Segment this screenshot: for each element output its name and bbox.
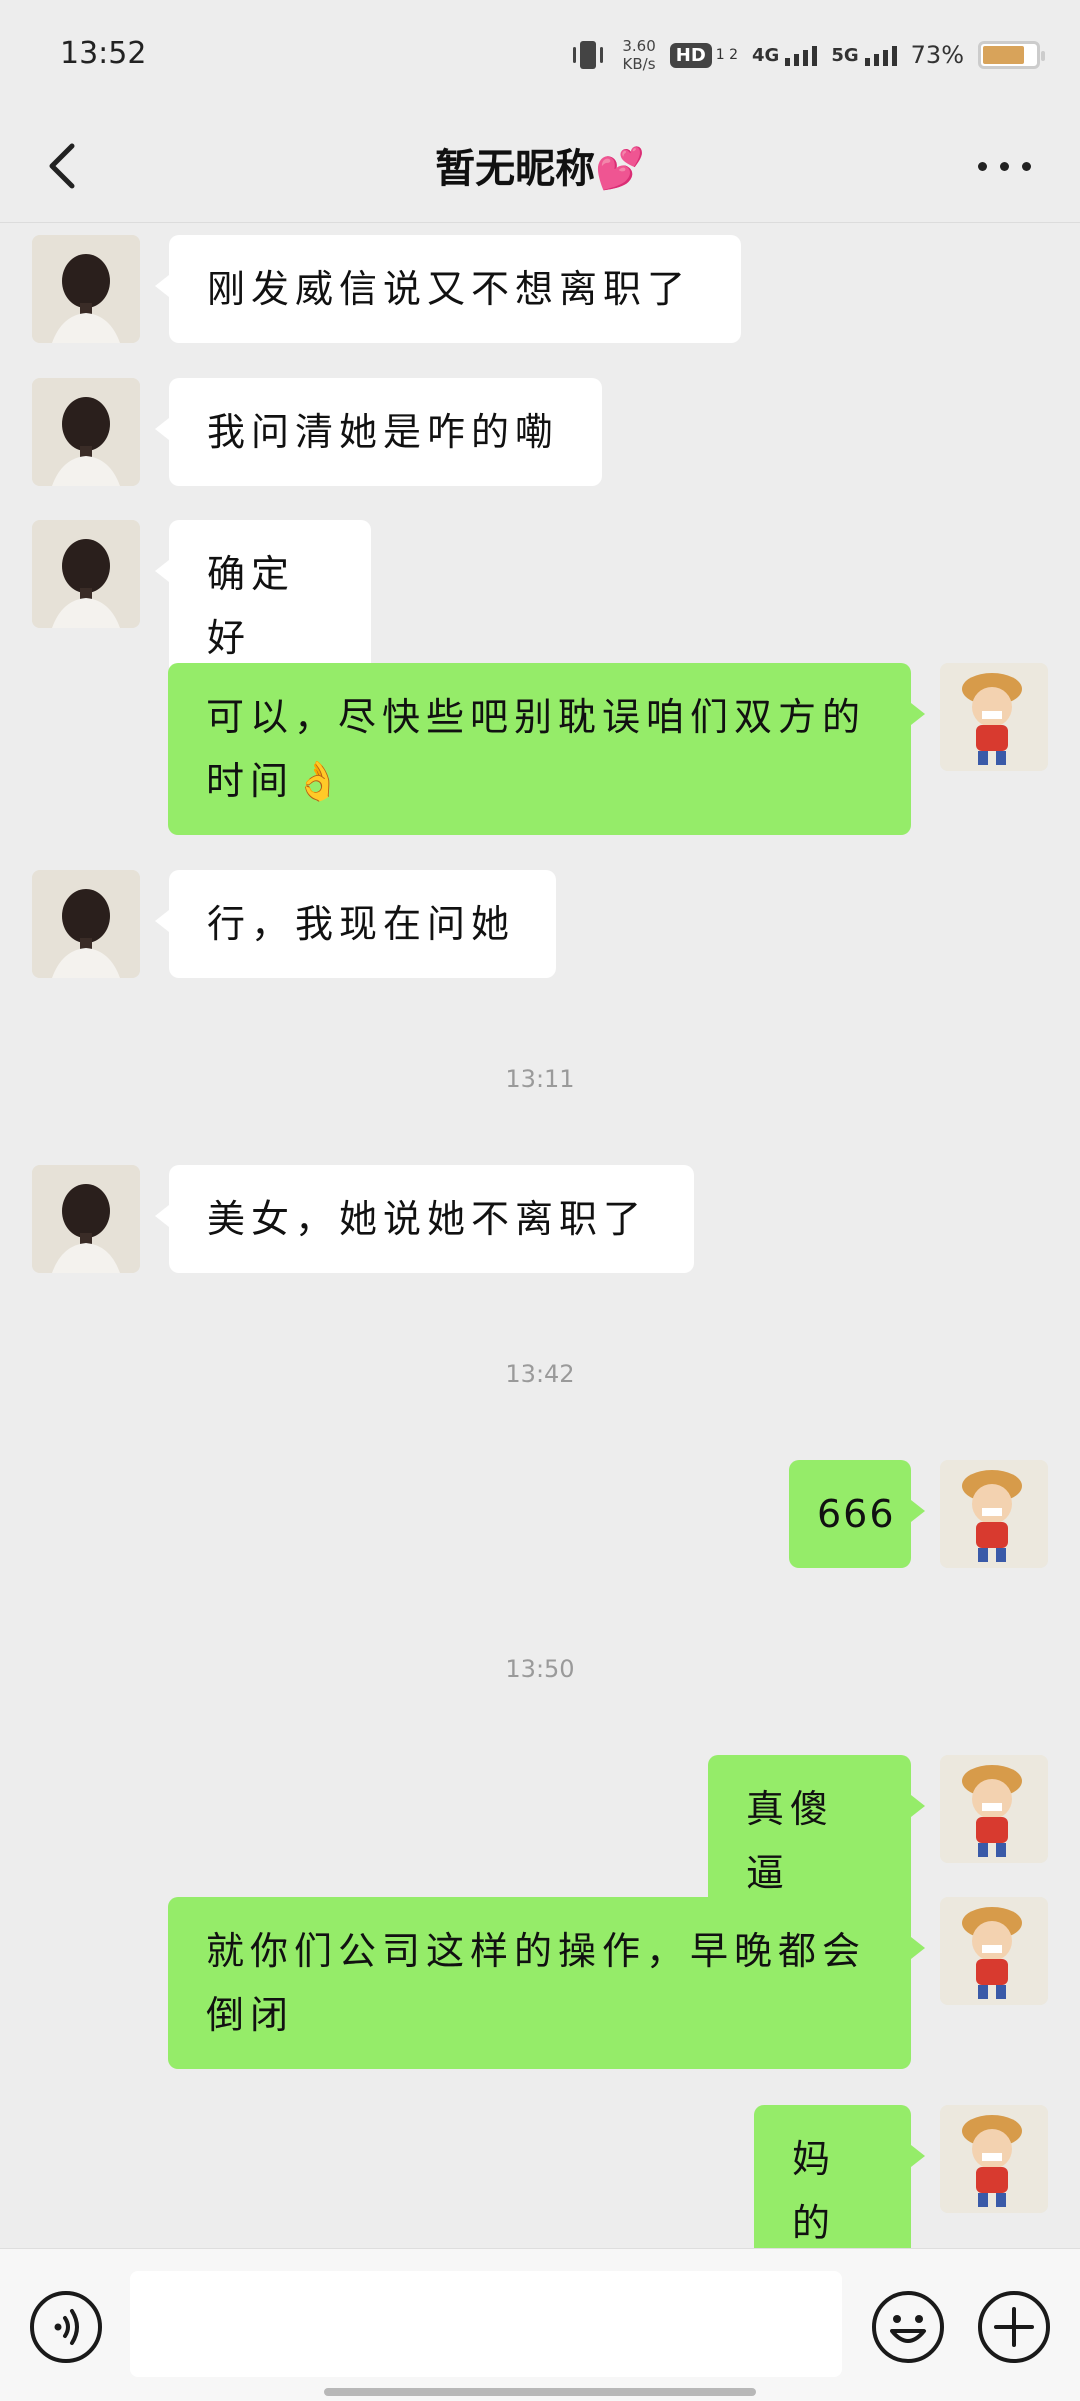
message-bubble[interactable]: 就你们公司这样的操作，早晚都会倒闭: [168, 1897, 925, 2069]
message-bubble[interactable]: 妈的: [754, 2105, 925, 2248]
message-row: 美女，她说她不离职了: [0, 1165, 1080, 1275]
more-button[interactable]: [970, 146, 1040, 186]
message-bubble[interactable]: 刚发威信说又不想离职了: [155, 235, 741, 343]
message-row: 妈的: [0, 2105, 1080, 2248]
user-avatar[interactable]: [940, 1897, 1048, 2005]
page-title[interactable]: 暂无昵称💕: [0, 136, 1080, 194]
message-bubble[interactable]: 可以，尽快些吧别耽误咱们双方的时间👌: [168, 663, 925, 835]
message-list[interactable]: 刚发威信说又不想离职了 我问清她是咋的嘞 确定好 可以，尽快些吧别耽误咱们双方的…: [0, 223, 1080, 2248]
signal-4g: 4G: [752, 44, 818, 66]
avatar-image: [940, 2105, 1048, 2213]
contact-avatar[interactable]: [32, 235, 140, 343]
message-bubble[interactable]: 行，我现在问她: [155, 870, 556, 978]
message-bubble[interactable]: 我问清她是咋的嘞: [155, 378, 602, 486]
vibrate-icon: [573, 41, 604, 69]
plus-icon: [978, 2291, 1050, 2363]
avatar-image: [32, 378, 140, 486]
avatar-image: [940, 1897, 1048, 2005]
avatar-image: [940, 663, 1048, 771]
contact-name: 暂无昵称: [435, 146, 596, 192]
avatar-image: [940, 1460, 1048, 1568]
voice-button[interactable]: [28, 2289, 104, 2365]
signal-4g-label: 4G: [752, 44, 780, 66]
timestamp: 13:11: [505, 1065, 575, 1093]
message-bubble[interactable]: 美女，她说她不离职了: [155, 1165, 694, 1273]
heart-emoji: 💕: [595, 146, 645, 192]
message-row: 行，我现在问她: [0, 870, 1080, 980]
network-speed-value: 3.60: [622, 37, 656, 55]
input-bar: [0, 2248, 1080, 2401]
user-avatar[interactable]: [940, 1755, 1048, 1863]
contact-avatar[interactable]: [32, 1165, 140, 1273]
timestamp: 13:42: [505, 1360, 575, 1388]
status-time: 13:52: [60, 36, 147, 71]
message-row: 真傻逼: [0, 1755, 1080, 1927]
status-bar: 13:52 3.60 KB/s HD 1 2 4G 5G 73%: [0, 0, 1080, 110]
message-row: 我问清她是咋的嘞: [0, 378, 1080, 488]
battery-percent: 73%: [910, 41, 964, 69]
plus-button[interactable]: [976, 2289, 1052, 2365]
voice-icon: [30, 2291, 102, 2363]
avatar-image: [32, 235, 140, 343]
avatar-image: [32, 1165, 140, 1273]
signal-5g: 5G: [831, 44, 897, 66]
contact-avatar[interactable]: [32, 520, 140, 628]
message-row: 刚发威信说又不想离职了: [0, 235, 1080, 345]
status-icons: 3.60 KB/s HD 1 2 4G 5G 73%: [568, 30, 1045, 80]
contact-avatar[interactable]: [32, 870, 140, 978]
avatar-image: [32, 520, 140, 628]
message-row: 确定好: [0, 520, 1080, 692]
network-speed-unit: KB/s: [622, 55, 656, 73]
message-row: 666: [0, 1460, 1080, 1570]
message-input[interactable]: [130, 2271, 842, 2377]
network-speed: 3.60 KB/s: [622, 37, 655, 73]
home-indicator[interactable]: [324, 2388, 756, 2396]
user-avatar[interactable]: [940, 2105, 1048, 2213]
battery-fill: [983, 46, 1024, 64]
timestamp: 13:50: [505, 1655, 575, 1683]
message-row: 就你们公司这样的操作，早晚都会倒闭: [0, 1897, 1080, 2073]
hd-badge: HD: [669, 42, 712, 68]
message-bubble[interactable]: 666: [789, 1460, 925, 1568]
avatar-image: [32, 870, 140, 978]
user-avatar[interactable]: [940, 663, 1048, 771]
hd-sub-label: 1 2: [715, 47, 739, 63]
contact-avatar[interactable]: [32, 378, 140, 486]
emoji-icon: [872, 2291, 944, 2363]
signal-5g-label: 5G: [831, 44, 859, 66]
battery-icon: [978, 41, 1045, 69]
chat-header: 暂无昵称💕: [0, 110, 1080, 223]
emoji-button[interactable]: [870, 2289, 946, 2365]
avatar-image: [940, 1755, 1048, 1863]
user-avatar[interactable]: [940, 1460, 1048, 1568]
message-row: 可以，尽快些吧别耽误咱们双方的时间👌: [0, 663, 1080, 839]
